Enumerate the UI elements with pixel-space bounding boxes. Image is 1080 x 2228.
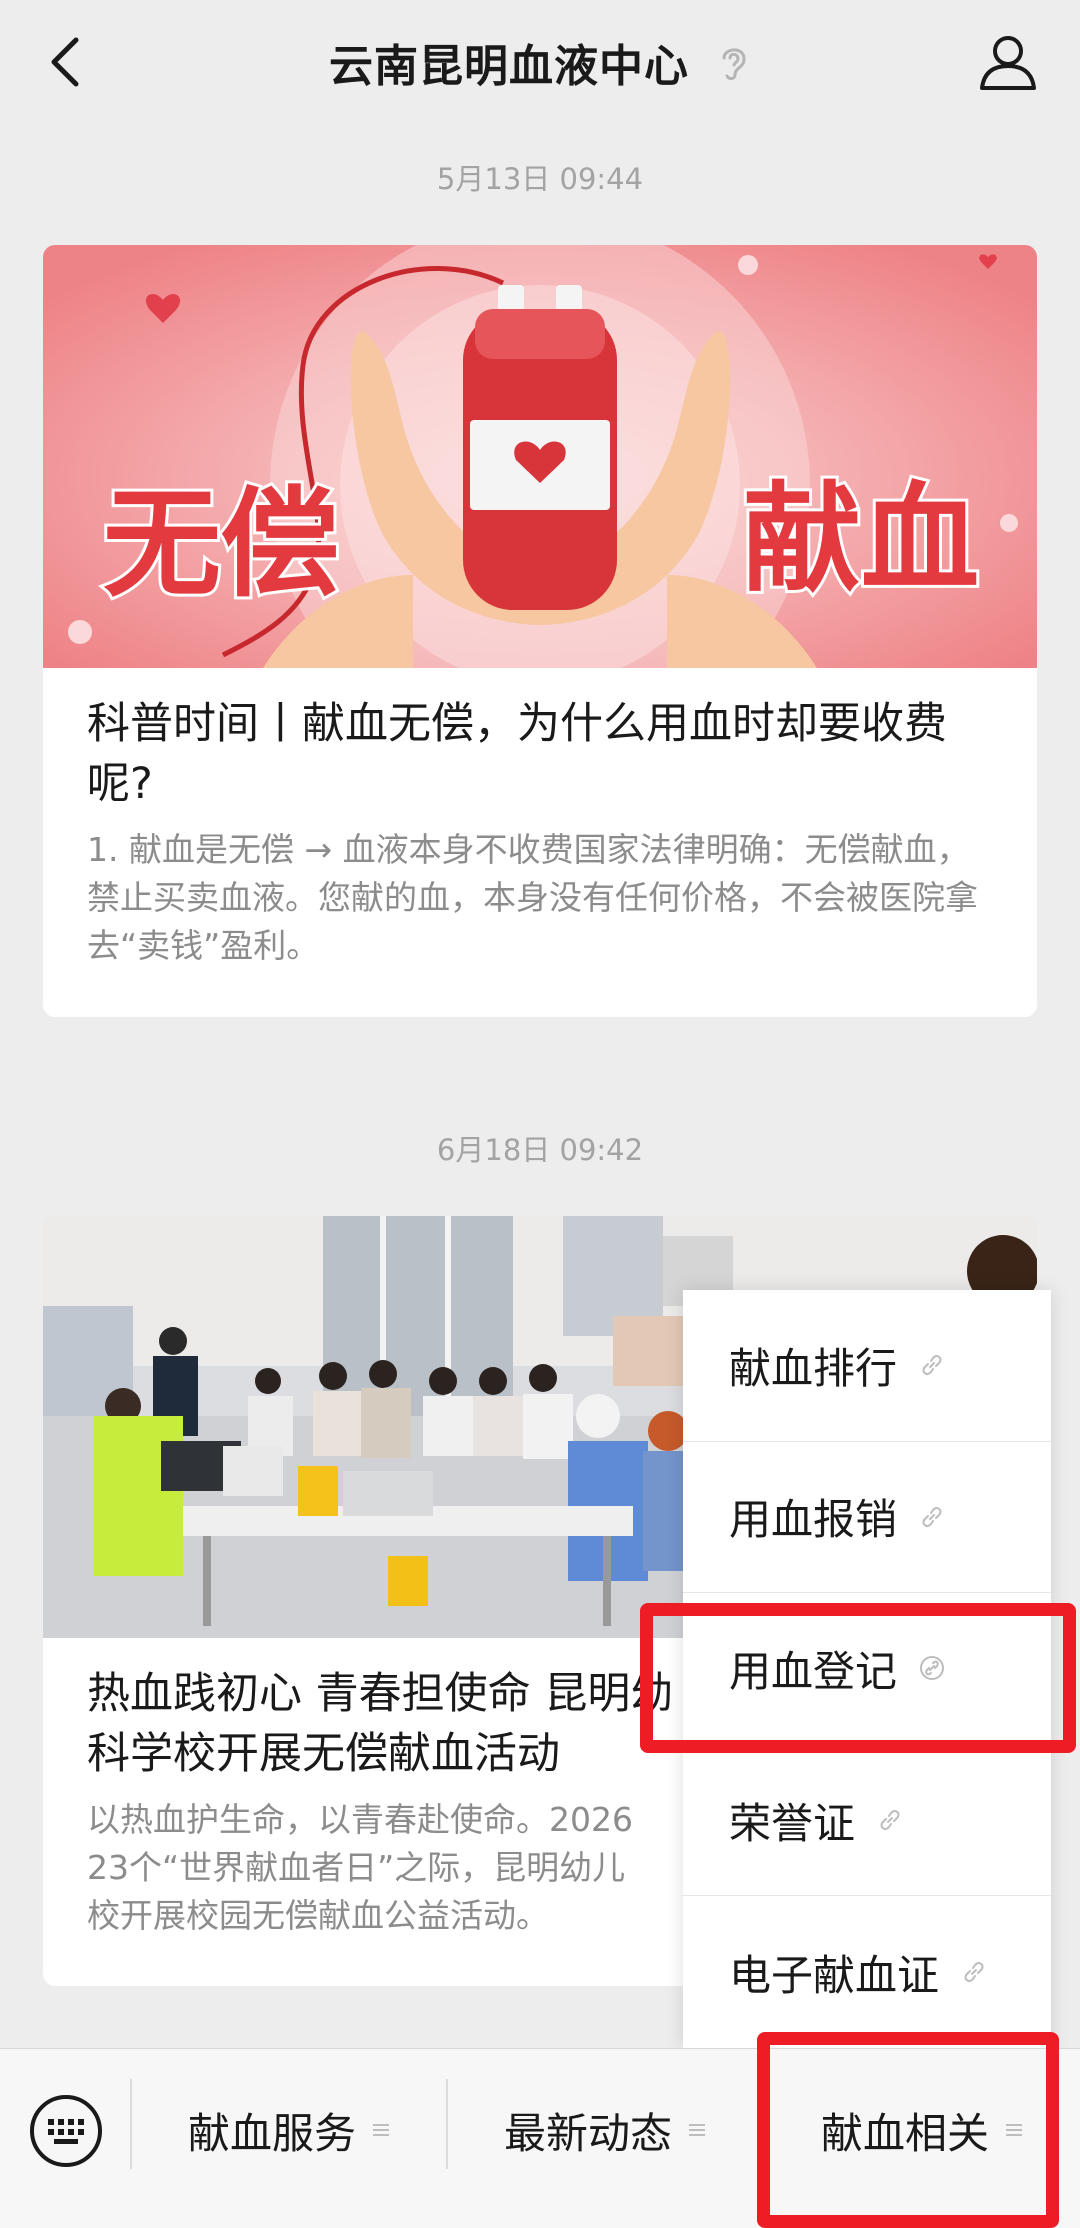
menu-item-label: 荣誉证 [729,1798,856,1848]
menu-lines-icon [689,2124,705,2136]
banner-text-right: 献血 [743,470,979,608]
message-timestamp: 5月13日 09:44 [436,162,644,196]
tab-label: 最新动态 [503,2108,672,2158]
link-icon [922,1355,942,1376]
user-profile-icon[interactable] [972,26,1044,98]
link-icon [964,1962,984,1983]
article-description: 1. 献血是无偿 → 血液本身不收费国家法律明确：无偿献血，禁止买卖血液。您献的… [87,830,978,965]
top-bar: 云南昆明血液中心 [0,0,1080,124]
highlight-box-donation-related-tab [757,2032,1059,2228]
keyboard-icon[interactable] [28,2093,104,2169]
message-timestamp: 6月18日 09:42 [436,1133,644,1167]
menu-item-e-donation-certificate[interactable]: 电子献血证 [683,1896,1051,2048]
tab-donation-services[interactable]: 献血服务 [132,2085,446,2175]
banner-text-left: 无偿 [103,475,339,613]
link-icon [880,1809,900,1831]
card-body: 科普时间丨献血无偿，为什么用血时却要收费呢? 1. 献血是无偿 → 血液本身不收… [43,668,1037,970]
page-title: 云南昆明血液中心 [329,41,689,92]
article-card-1[interactable]: 无偿 献血 科普时间丨献血无偿，为什么用血时却要收费呢? 1. 献血是无偿 → … [43,245,1037,1017]
link-icon [922,1506,942,1527]
tab-latest-news[interactable]: 最新动态 [448,2085,762,2175]
blood-donation-banner-image: 无偿 献血 [43,245,1037,668]
menu-lines-icon [373,2124,389,2136]
tab-label: 献血服务 [187,2108,356,2158]
menu-item-donation-ranking[interactable]: 献血排行 [683,1290,1051,1442]
menu-item-label: 用血报销 [729,1495,898,1545]
menu-item-blood-reimbursement[interactable]: 用血报销 [683,1442,1051,1594]
title-wrap: 云南昆明血液中心 [0,0,1080,124]
menu-item-label: 献血排行 [729,1343,898,1393]
highlight-box-blood-registration [640,1603,1076,1753]
menu-item-label: 电子献血证 [729,1950,940,2000]
ear-icon[interactable] [717,42,751,82]
article-title: 科普时间丨献血无偿，为什么用血时却要收费呢? [87,699,947,809]
menu-item-honor-certificate[interactable]: 荣誉证 [683,1745,1051,1897]
